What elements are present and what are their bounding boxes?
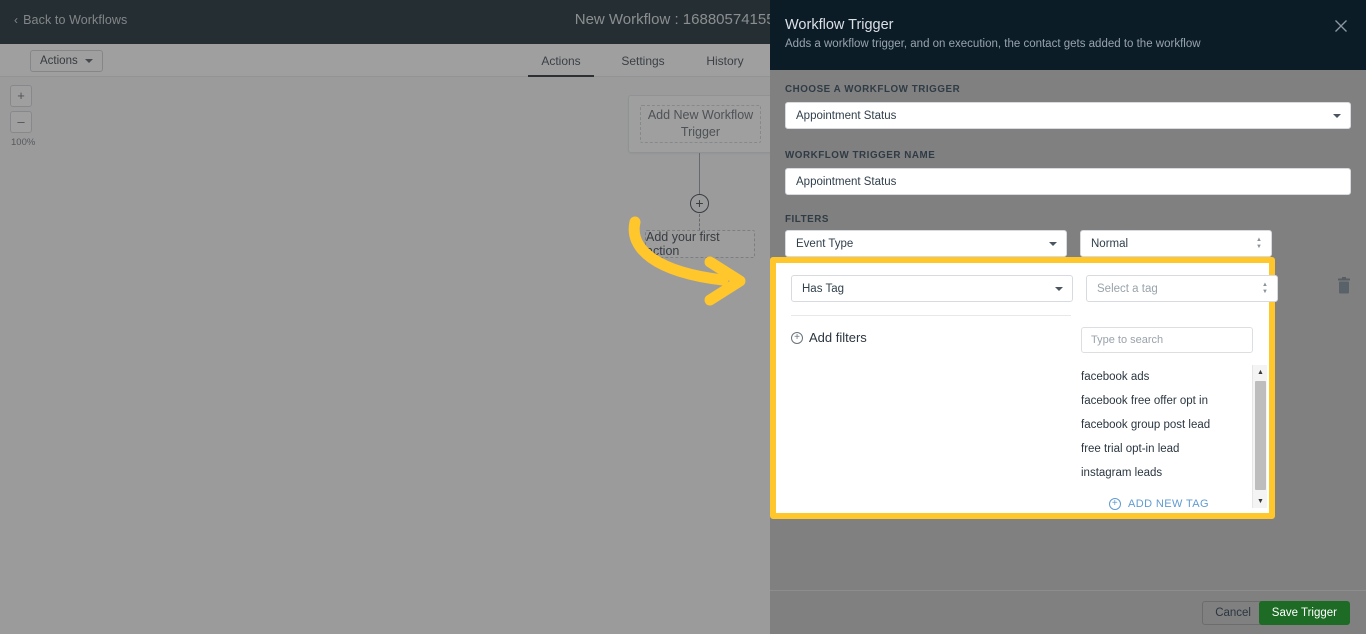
tag-list-item[interactable]: instagram leads	[1081, 461, 1253, 485]
filters-label: FILTERS	[785, 214, 829, 225]
filter-field-select-2[interactable]: Has Tag	[791, 275, 1073, 302]
tag-search-input[interactable]: Type to search	[1081, 327, 1253, 353]
tag-list-item[interactable]: facebook ads	[1081, 365, 1253, 389]
tag-list-item[interactable]: facebook free offer opt in	[1081, 389, 1253, 413]
scrollbar-thumb[interactable]	[1255, 381, 1266, 490]
highlighted-filter-card: Has Tag Select a tag ▲ ▼ + Add filters T…	[770, 257, 1278, 519]
chevron-down-icon	[1055, 286, 1063, 291]
add-new-tag-button[interactable]: + ADD NEW TAG	[1109, 498, 1209, 510]
close-button[interactable]	[1332, 17, 1350, 35]
cancel-button[interactable]: Cancel	[1202, 601, 1264, 625]
choose-trigger-label: CHOOSE A WORKFLOW TRIGGER	[785, 84, 961, 95]
tag-list[interactable]: facebook ads facebook free offer opt in …	[1081, 365, 1253, 485]
trigger-name-label: WORKFLOW TRIGGER NAME	[785, 150, 936, 161]
tag-dropdown-panel: Type to search facebook ads facebook fre…	[1071, 315, 1267, 513]
filter-operator-select-1[interactable]: Normal	[1080, 230, 1272, 257]
tag-list-scrollbar[interactable]: ▲ ▼	[1252, 365, 1267, 508]
add-filters-label: Add filters	[809, 330, 867, 345]
spinner-icon: ▲ ▼	[1256, 236, 1262, 250]
drawer-subtitle: Adds a workflow trigger, and on executio…	[785, 38, 1201, 50]
add-new-tag-label: ADD NEW TAG	[1128, 498, 1209, 510]
plus-circle-icon: +	[791, 331, 803, 344]
drawer-title: Workflow Trigger	[785, 17, 894, 33]
workflow-builder-screen: ‹ Back to Workflows New Workflow : 16880…	[0, 0, 1366, 634]
choose-trigger-field-group: CHOOSE A WORKFLOW TRIGGER Appointment St…	[785, 84, 1351, 129]
tag-list-item[interactable]: free trial opt-in lead	[1081, 437, 1253, 461]
save-trigger-button[interactable]: Save Trigger	[1258, 601, 1350, 625]
filter-row-1: Event Type Normal ▲ ▼	[785, 230, 1351, 260]
divider	[791, 315, 1073, 316]
drawer-footer: Cancel Save Trigger	[770, 590, 1366, 634]
triangle-up-icon[interactable]: ▲	[1253, 365, 1268, 379]
add-filters-button[interactable]: + Add filters	[791, 330, 867, 345]
triangle-down-icon[interactable]: ▼	[1253, 494, 1268, 508]
trigger-name-input[interactable]: Appointment Status	[785, 168, 1351, 195]
tag-list-item[interactable]: facebook group post lead	[1081, 413, 1253, 437]
annotation-arrow	[628, 216, 746, 306]
plus-circle-icon: +	[1109, 498, 1121, 510]
workflow-trigger-drawer: Workflow Trigger Adds a workflow trigger…	[770, 0, 1366, 634]
delete-filter-button[interactable]	[1336, 277, 1352, 295]
tag-select-input[interactable]: Select a tag	[1086, 275, 1278, 302]
choose-trigger-select[interactable]: Appointment Status	[785, 102, 1351, 129]
spinner-icon: ▲ ▼	[1262, 281, 1268, 295]
filter-row-2: Has Tag Select a tag ▲ ▼	[791, 275, 1278, 303]
drawer-body: CHOOSE A WORKFLOW TRIGGER Appointment St…	[770, 70, 1366, 590]
filter-field-select-1[interactable]: Event Type	[785, 230, 1067, 257]
trash-icon	[1338, 277, 1350, 294]
trigger-name-field-group: WORKFLOW TRIGGER NAME Appointment Status	[785, 150, 1351, 195]
close-icon	[1335, 20, 1347, 32]
chevron-down-icon	[1333, 113, 1341, 118]
drawer-header: Workflow Trigger Adds a workflow trigger…	[770, 0, 1366, 70]
chevron-down-icon	[1049, 241, 1057, 246]
